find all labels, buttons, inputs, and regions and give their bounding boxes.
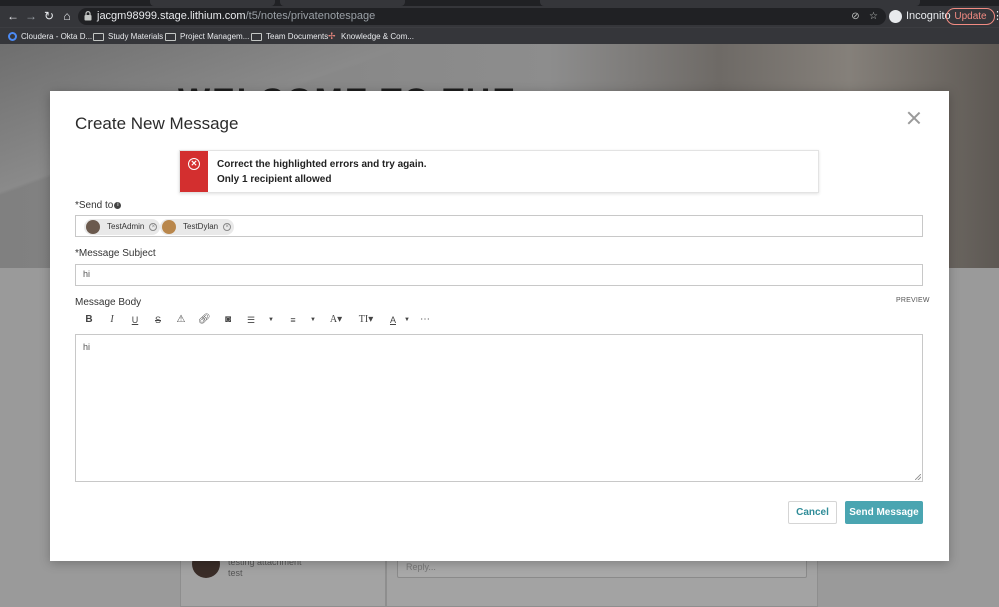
incognito-icon: [889, 9, 902, 23]
remove-recipient-icon[interactable]: ×: [223, 223, 232, 231]
close-icon[interactable]: [907, 111, 921, 125]
bookmark-label: Team Documents: [266, 32, 329, 41]
recipient-name: TestAdmin: [107, 222, 145, 231]
recipient-chip: TestDylan ×: [160, 219, 235, 235]
url-text: jacgm98999.stage.lithium.com/t5/notes/pr…: [97, 10, 375, 22]
recipients-input[interactable]: TestAdmin × TestDylan ×: [75, 215, 923, 237]
ordered-list-icon[interactable]: ☰: [245, 313, 257, 327]
spark-icon: ✢: [328, 31, 336, 42]
info-icon[interactable]: i: [114, 201, 122, 209]
resize-handle[interactable]: [915, 474, 921, 480]
update-button[interactable]: Update: [946, 8, 995, 25]
forward-icon[interactable]: →: [24, 9, 38, 23]
bookmark-team-documents[interactable]: Team Documents: [251, 30, 328, 43]
text-color-icon[interactable]: A: [387, 313, 399, 327]
reply-input: Reply...: [397, 558, 807, 578]
create-message-modal: Create New Message ✕ Correct the highlig…: [50, 91, 949, 561]
avatar: [162, 220, 176, 234]
browser-toolbar: ← → ↻ ⌂ jacgm98999.stage.lithium.com/t5/…: [0, 6, 999, 27]
underline-icon[interactable]: U: [129, 313, 141, 327]
link-icon[interactable]: 🔗︎: [198, 313, 211, 327]
chevron-down-icon[interactable]: ▼: [309, 313, 317, 327]
address-bar[interactable]: jacgm98999.stage.lithium.com/t5/notes/pr…: [78, 8, 886, 25]
spoiler-icon[interactable]: ⚠: [175, 313, 187, 327]
recipient-name: TestDylan: [183, 222, 219, 231]
error-icon: ✕: [188, 158, 200, 170]
back-icon[interactable]: ←: [6, 9, 20, 23]
alert-strip: ✕: [180, 151, 208, 192]
bold-icon[interactable]: B: [83, 313, 95, 327]
more-icon[interactable]: ⋯: [418, 313, 432, 327]
message-body-text: hi: [83, 342, 91, 352]
body-label: Message Body: [75, 297, 142, 308]
message-body-editor[interactable]: hi: [75, 334, 923, 482]
send-to-label: *Send to i: [75, 200, 122, 211]
send-message-button[interactable]: Send Message: [845, 501, 923, 524]
recipient-chip: TestAdmin ×: [84, 219, 161, 235]
okta-icon: [8, 32, 17, 42]
home-icon[interactable]: ⌂: [60, 9, 74, 23]
bookmark-label: Cloudera - Okta D...: [21, 32, 93, 41]
error-alert: ✕ Correct the highlighted errors and try…: [179, 150, 819, 193]
alert-message: Correct the highlighted errors and try a…: [217, 159, 427, 170]
modal-title: Create New Message: [75, 114, 239, 133]
folder-icon: [165, 32, 176, 41]
bookmark-study-materials[interactable]: Study Materials: [93, 30, 163, 43]
alert-detail: Only 1 recipient allowed: [217, 174, 332, 185]
incognito-label: Incognito: [906, 10, 951, 22]
url-path: /t5/notes/privatenotespage: [245, 10, 376, 22]
camera-icon[interactable]: ◙: [221, 313, 235, 327]
subject-input[interactable]: hi: [75, 264, 923, 286]
avatar: [86, 220, 100, 234]
text-size-icon[interactable]: TI▾: [357, 313, 375, 327]
preview-button[interactable]: PREVIEW: [896, 297, 930, 304]
incognito-indicator[interactable]: Incognito: [889, 9, 951, 23]
bookmark-project-management[interactable]: Project Managem...: [165, 30, 249, 43]
bookmark-label: Study Materials: [108, 32, 164, 41]
star-icon[interactable]: ☆: [868, 11, 879, 22]
font-icon[interactable]: A▾: [327, 313, 345, 327]
folder-icon: [93, 32, 104, 41]
bookmark-label: Project Managem...: [180, 32, 250, 41]
bookmark-label: Knowledge & Com...: [341, 32, 414, 41]
chevron-down-icon[interactable]: ▼: [267, 313, 275, 327]
reload-icon[interactable]: ↻: [42, 9, 56, 23]
bookmarks-bar: Cloudera - Okta D... Study Materials Pro…: [0, 27, 999, 44]
italic-icon[interactable]: I: [106, 313, 118, 327]
message-preview-body: test: [228, 568, 243, 578]
unordered-list-icon[interactable]: ≡: [287, 313, 299, 327]
remove-recipient-icon[interactable]: ×: [149, 223, 158, 231]
chevron-down-icon[interactable]: ▼: [403, 313, 411, 327]
menu-icon[interactable]: ⋮: [992, 9, 999, 22]
url-host: jacgm98999.stage.lithium.com: [97, 10, 246, 22]
bookmark-cloudera-okta[interactable]: Cloudera - Okta D...: [8, 30, 92, 43]
subject-label: *Message Subject: [75, 248, 156, 259]
eye-off-icon[interactable]: ⊘: [850, 11, 861, 22]
folder-icon: [251, 32, 262, 41]
lock-icon: [84, 11, 92, 21]
strikethrough-icon[interactable]: S: [152, 313, 164, 327]
cancel-button[interactable]: Cancel: [788, 501, 837, 524]
send-to-label-text: *Send to: [75, 200, 114, 211]
bookmark-knowledge[interactable]: ✢ Knowledge & Com...: [328, 30, 414, 43]
